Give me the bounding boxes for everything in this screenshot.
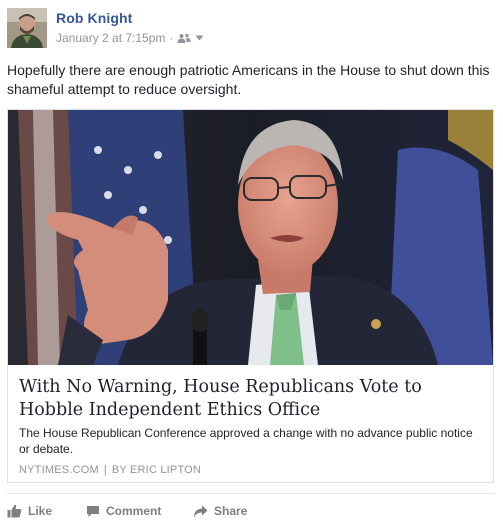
article-byline: BY ERIC LIPTON <box>111 464 202 476</box>
like-label: Like <box>28 504 53 518</box>
meta-separator: · <box>169 31 174 45</box>
thumbs-up-icon <box>7 504 22 518</box>
comment-icon <box>86 505 100 518</box>
chevron-down-icon[interactable] <box>195 35 204 41</box>
comment-button[interactable]: Comment <box>86 504 161 518</box>
friends-icon[interactable] <box>177 33 192 43</box>
facebook-post: Rob Knight January 2 at 7:15pm · Hopeful… <box>0 0 503 527</box>
comment-label: Comment <box>106 504 162 518</box>
share-button[interactable]: Share <box>193 504 247 518</box>
article-photo[interactable] <box>8 110 493 365</box>
post-timestamp[interactable]: January 2 at 7:15pm <box>56 31 165 45</box>
post-text: Hopefully there are enough patriotic Ame… <box>7 62 490 97</box>
article-title[interactable]: With No Warning, House Republicans Vote … <box>19 376 485 422</box>
share-icon <box>193 505 208 518</box>
author-name[interactable]: Rob Knight <box>56 10 132 26</box>
share-label: Share <box>214 504 248 518</box>
article-source: NYTIMES.COM | BY ERIC LIPTON <box>19 464 201 476</box>
author-avatar[interactable] <box>7 8 47 48</box>
source-domain: NYTIMES.COM <box>19 464 99 476</box>
post-actions: Like Comment Share <box>7 493 494 527</box>
source-separator: | <box>103 464 107 476</box>
like-button[interactable]: Like <box>7 504 52 518</box>
link-preview-card[interactable]: With No Warning, House Republicans Vote … <box>7 109 494 483</box>
article-description: The House Republican Conference approved… <box>19 426 473 456</box>
post-meta: January 2 at 7:15pm · <box>56 31 204 45</box>
